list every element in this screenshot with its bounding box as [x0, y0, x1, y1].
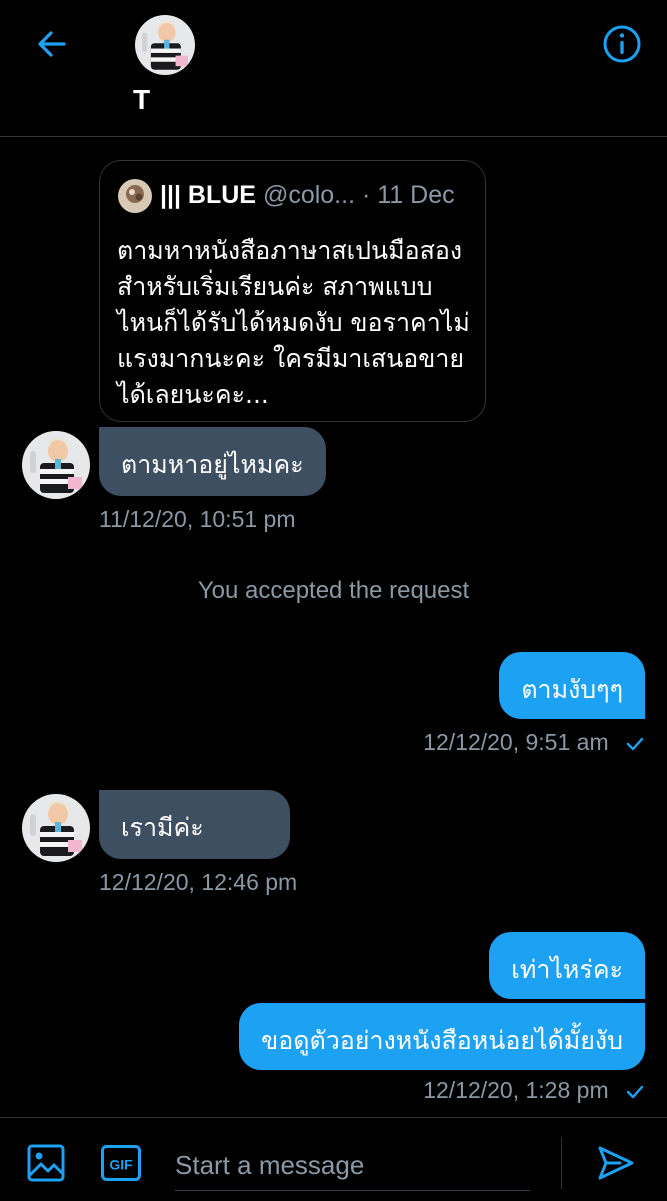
contact-avatar[interactable]: [135, 15, 195, 75]
conversation-info-button[interactable]: [602, 24, 642, 64]
quoted-tweet-text: ตามหาหนังสือภาษาสเปนมือสองสำหรับเริ่มเรี…: [117, 236, 470, 409]
quoted-tweet-date: · 11 Dec: [361, 181, 455, 209]
gif-label: GIF: [109, 1157, 133, 1173]
send-button[interactable]: [596, 1143, 636, 1187]
message-timestamp: 12/12/20, 9:51 am: [423, 729, 609, 755]
composer-divider: [561, 1137, 562, 1189]
conversation-header: [0, 0, 667, 137]
system-message: You accepted the request: [197, 577, 470, 604]
back-button[interactable]: [34, 26, 70, 62]
contact-name[interactable]: T: [133, 84, 150, 116]
sender-avatar[interactable]: [22, 794, 90, 862]
message-input[interactable]: [175, 1140, 530, 1191]
message-bubble-outgoing[interactable]: ตามงับๆๆ: [499, 652, 645, 719]
quoted-tweet-author: ||| BLUE: [160, 181, 256, 209]
quoted-tweet-avatar: [118, 179, 152, 213]
quoted-tweet-handle: @colo...: [262, 181, 356, 209]
message-timestamp: 12/12/20, 12:46 pm: [99, 869, 298, 895]
quoted-tweet-card[interactable]: ||| BLUE @colo... · 11 Dec ตามหาหนังสือภ…: [99, 160, 486, 422]
gif-icon: GIF: [101, 1145, 141, 1181]
info-icon: [603, 25, 641, 63]
message-bubble-incoming[interactable]: เรามีค่ะ: [99, 790, 290, 859]
message-timestamp: 12/12/20, 1:28 pm: [423, 1077, 609, 1103]
message-status-row: 12/12/20, 9:51 am: [423, 729, 645, 756]
checkmark-icon: [626, 1085, 644, 1099]
send-icon: [598, 1146, 634, 1180]
arrow-left-icon: [38, 31, 66, 57]
message-timestamp: 11/12/20, 10:51 pm: [99, 506, 296, 532]
message-bubble-outgoing[interactable]: ขอดูตัวอย่างหนังสือหน่อยได้มั้ยงับ: [239, 1003, 645, 1070]
add-gif-button[interactable]: GIF: [100, 1143, 142, 1187]
checkmark-icon: [626, 737, 644, 751]
sender-avatar[interactable]: [22, 431, 90, 499]
add-photo-button[interactable]: [26, 1143, 66, 1187]
message-bubble-incoming[interactable]: ตามหาอยู่ไหมคะ: [99, 427, 326, 496]
image-icon: [27, 1144, 65, 1182]
message-status-row: 12/12/20, 1:28 pm: [423, 1077, 645, 1104]
quoted-tweet-header: ||| BLUE @colo... · 11 Dec: [160, 181, 455, 210]
message-bubble-outgoing[interactable]: เท่าไหร่คะ: [489, 932, 645, 999]
